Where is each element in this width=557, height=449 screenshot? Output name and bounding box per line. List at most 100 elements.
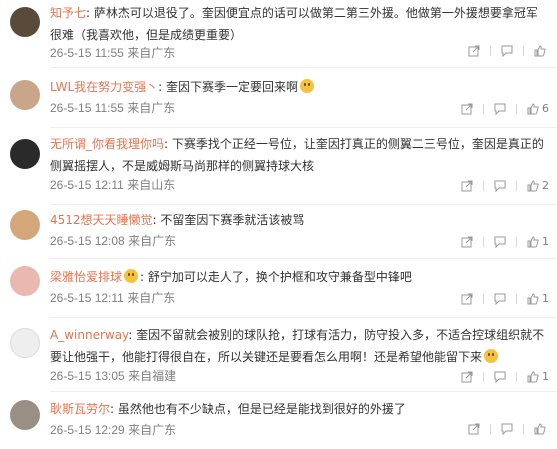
avatar[interactable] xyxy=(10,328,40,358)
like-button[interactable] xyxy=(534,423,549,435)
divider xyxy=(483,372,484,382)
share-icon xyxy=(461,103,473,115)
comment-time: 26-5-15 11:55 xyxy=(50,101,124,115)
share-button[interactable] xyxy=(461,180,473,192)
comment-meta: 26-5-15 11:55 来自广东 xyxy=(50,100,175,116)
avatar[interactable] xyxy=(10,210,40,240)
comment-time: 26-5-15 12:08 xyxy=(50,234,125,248)
comment-location: 来自广东 xyxy=(128,423,177,437)
comment-icon xyxy=(494,180,506,192)
comment-item: 耿斯瓦劳尔: 虽然他也有不少缺点，但是已经是能找到很好的外援了 26-5-15 … xyxy=(0,398,557,444)
share-button[interactable] xyxy=(461,371,473,383)
comment-username[interactable]: LWL我在努力变强丶 xyxy=(50,80,158,94)
comment-divider xyxy=(50,258,557,259)
like-count: 1 xyxy=(542,292,549,305)
comment-time: 26-5-15 11:55 xyxy=(50,46,124,60)
comment-meta: 26-5-15 12:11 来自山东 xyxy=(50,177,175,193)
thumbs-up-icon xyxy=(527,103,539,115)
thumbs-up-icon xyxy=(527,293,539,305)
like-button[interactable]: 6 xyxy=(527,101,549,117)
avatar[interactable] xyxy=(10,266,40,296)
comment-time: 26-5-15 12:29 xyxy=(50,423,125,437)
comment-actions: 2 xyxy=(461,178,549,194)
reply-button[interactable] xyxy=(501,45,513,57)
reply-button[interactable] xyxy=(494,371,506,383)
comment-location: 来自福建 xyxy=(128,369,177,383)
comment-meta: 26-5-15 12:29 来自广东 xyxy=(50,422,176,438)
like-button[interactable]: 1 xyxy=(527,369,549,385)
thumbs-up-icon xyxy=(534,423,546,435)
comment-text: 萨林杰可以退役了。奎因便宜点的话可以做第二第三外援。他做第一外援想要拿冠军很难（… xyxy=(50,6,538,42)
comment-body: 耿斯瓦劳尔: 虽然他也有不少缺点，但是已经是能找到很好的外援了 xyxy=(50,402,406,416)
comment-username[interactable]: 4512想天天睡懒觉 xyxy=(50,213,153,227)
comment-time: 26-5-15 12:11 xyxy=(50,291,124,305)
comment-item: 4512想天天睡懒觉: 不留奎因下赛季就活该被骂 26-5-15 12:08 来… xyxy=(0,210,557,259)
comment-username[interactable]: 耿斯瓦劳尔 xyxy=(50,402,110,416)
like-button[interactable]: 1 xyxy=(527,234,549,250)
like-count: 6 xyxy=(542,102,549,115)
comment-icon xyxy=(494,371,506,383)
comment-item: A_winnerway: 奎因不留就会被别的球队抢，打球有活力，防守投入多，不适… xyxy=(0,324,557,392)
comment-body: 无所谓_你看我理你吗: 下赛季找个正经一号位，让奎因打真正的侧翼二三号位，奎因是… xyxy=(50,137,544,173)
comment-username[interactable]: A_winnerway xyxy=(50,328,128,342)
divider xyxy=(523,424,524,434)
reply-button[interactable] xyxy=(494,236,506,248)
share-icon xyxy=(461,180,473,192)
reply-button[interactable] xyxy=(494,293,506,305)
comment-text: 舒宁加可以走人了，换个护框和攻守兼备型中锋吧 xyxy=(147,270,412,284)
like-button[interactable]: 1 xyxy=(527,291,549,307)
comment-text: 虽然他也有不少缺点，但是已经是能找到很好的外援了 xyxy=(117,402,406,416)
comment-body: A_winnerway: 奎因不留就会被别的球队抢，打球有活力，防守投入多，不适… xyxy=(50,328,545,364)
comment-meta: 26-5-15 12:08 来自广东 xyxy=(50,233,176,249)
share-button[interactable] xyxy=(468,423,480,435)
share-button[interactable] xyxy=(461,103,473,115)
comment-username[interactable]: 知予七 xyxy=(50,6,86,20)
crying-emoji-icon xyxy=(484,349,499,363)
thumbs-up-icon xyxy=(527,236,539,248)
divider xyxy=(483,181,484,191)
comment-divider xyxy=(50,67,557,68)
comment-text: 不留奎因下赛季就活该被骂 xyxy=(160,213,305,227)
comment-icon xyxy=(494,103,506,115)
share-button[interactable] xyxy=(468,45,480,57)
reply-button[interactable] xyxy=(494,180,506,192)
share-button[interactable] xyxy=(461,293,473,305)
share-icon xyxy=(461,371,473,383)
comment-item: 梁雅怡爱排球: 舒宁加可以走人了，换个护框和攻守兼备型中锋吧 26-5-15 1… xyxy=(0,266,557,318)
avatar[interactable] xyxy=(10,7,40,37)
divider xyxy=(516,294,517,304)
comment-text: 奎因下赛季一定要回来啊 xyxy=(166,80,299,94)
avatar[interactable] xyxy=(10,80,40,110)
fire-badge-icon xyxy=(124,269,139,283)
like-button[interactable]: 2 xyxy=(527,178,549,194)
comment-actions: 6 xyxy=(461,101,549,117)
avatar[interactable] xyxy=(10,139,40,169)
reply-button[interactable] xyxy=(494,103,506,115)
comment-body: LWL我在努力变强丶: 奎因下赛季一定要回来啊 xyxy=(50,76,547,98)
share-button[interactable] xyxy=(461,236,473,248)
comment-item: 知予七: 萨林杰可以退役了。奎因便宜点的话可以做第二第三外援。他做第一外援想要拿… xyxy=(0,0,557,68)
divider xyxy=(516,104,517,114)
avatar[interactable] xyxy=(10,400,40,430)
comment-location: 来自广东 xyxy=(127,101,176,115)
thumbs-up-icon xyxy=(527,371,539,383)
comment-icon xyxy=(501,45,513,57)
comment-time: 26-5-15 12:11 xyxy=(50,178,124,192)
share-icon xyxy=(468,45,480,57)
comment-location: 来自广东 xyxy=(127,291,176,305)
comment-username[interactable]: 无所谓_你看我理你吗 xyxy=(50,137,164,151)
divider xyxy=(516,181,517,191)
comment-divider xyxy=(50,391,557,392)
comment-time: 26-5-15 13:05 xyxy=(50,369,125,383)
comment-actions: 1 xyxy=(461,234,549,250)
comment-username[interactable]: 梁雅怡爱排球 xyxy=(50,270,122,284)
comment-list: 知予七: 萨林杰可以退役了。奎因便宜点的话可以做第二第三外援。他做第一外援想要拿… xyxy=(0,0,557,449)
like-count: 2 xyxy=(542,179,549,192)
reply-button[interactable] xyxy=(501,423,513,435)
comment-meta: 26-5-15 11:55 来自广东 xyxy=(50,45,175,61)
comment-location: 来自山东 xyxy=(127,178,176,192)
divider xyxy=(483,237,484,247)
comment-actions xyxy=(468,423,549,435)
comment-body: 梁雅怡爱排球: 舒宁加可以走人了，换个护框和攻守兼备型中锋吧 xyxy=(50,269,412,284)
like-button[interactable] xyxy=(534,45,549,57)
